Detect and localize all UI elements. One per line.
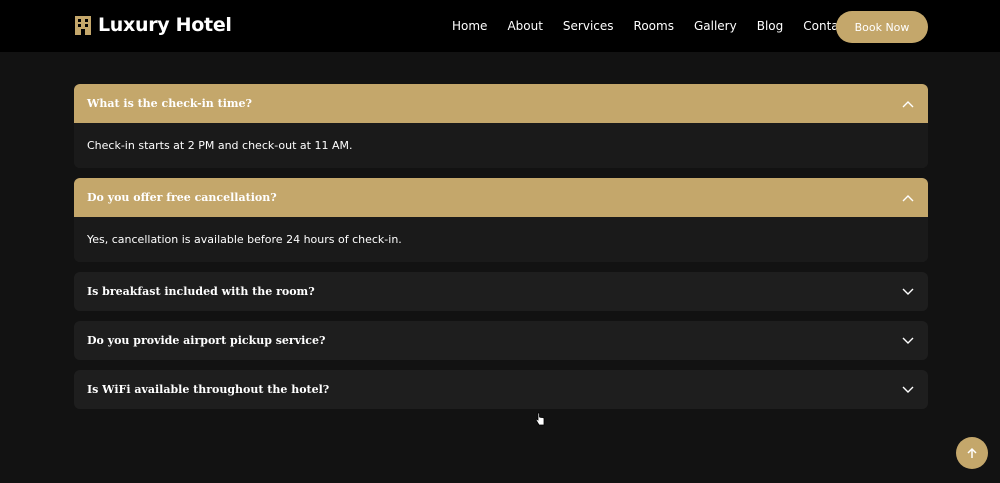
chevron-down-icon [902,337,914,344]
hand-cursor-icon [535,412,545,426]
faq-answer: Check-in starts at 2 PM and check-out at… [87,139,353,152]
main-nav: Home About Services Rooms Gallery Blog C… [452,0,870,52]
faq-item: Is WiFi available throughout the hotel? [74,370,928,409]
faq-answer: Yes, cancellation is available before 24… [87,233,402,246]
chevron-up-icon [902,194,914,201]
faq-question: Do you provide airport pickup service? [87,334,326,347]
faq-question: Is WiFi available throughout the hotel? [87,383,330,396]
chevron-up-icon [902,100,914,107]
nav-link-services[interactable]: Services [563,19,614,33]
faq-item: Is breakfast included with the room? [74,272,928,311]
brand-logo[interactable]: Luxury Hotel [74,14,232,36]
back-to-top-button[interactable] [956,437,988,469]
chevron-down-icon [902,386,914,393]
navbar: Luxury Hotel Home About Services Rooms G… [0,0,1000,52]
faq-item: Do you provide airport pickup service? [74,321,928,360]
faq-list: What is the check-in time? Check-in star… [74,84,928,419]
faq-item: Do you offer free cancellation? Yes, can… [74,178,928,262]
faq-answer-panel: Yes, cancellation is available before 24… [74,217,928,262]
nav-link-rooms[interactable]: Rooms [634,19,674,33]
hotel-building-icon [75,16,91,35]
faq-question-header[interactable]: Do you provide airport pickup service? [74,321,928,360]
book-now-button[interactable]: Book Now [836,11,928,43]
nav-link-blog[interactable]: Blog [757,19,784,33]
faq-question-header[interactable]: What is the check-in time? [74,84,928,123]
nav-link-home[interactable]: Home [452,19,487,33]
faq-question-header[interactable]: Is breakfast included with the room? [74,272,928,311]
faq-question-header[interactable]: Is WiFi available throughout the hotel? [74,370,928,409]
faq-question: Is breakfast included with the room? [87,285,315,298]
nav-link-about[interactable]: About [507,19,542,33]
faq-answer-panel: Check-in starts at 2 PM and check-out at… [74,123,928,168]
brand-name: Luxury Hotel [98,14,232,36]
chevron-down-icon [902,288,914,295]
faq-question: What is the check-in time? [87,97,252,110]
faq-item: What is the check-in time? Check-in star… [74,84,928,168]
faq-question: Do you offer free cancellation? [87,191,277,204]
arrow-up-icon [967,447,977,458]
nav-link-gallery[interactable]: Gallery [694,19,737,33]
faq-question-header[interactable]: Do you offer free cancellation? [74,178,928,217]
